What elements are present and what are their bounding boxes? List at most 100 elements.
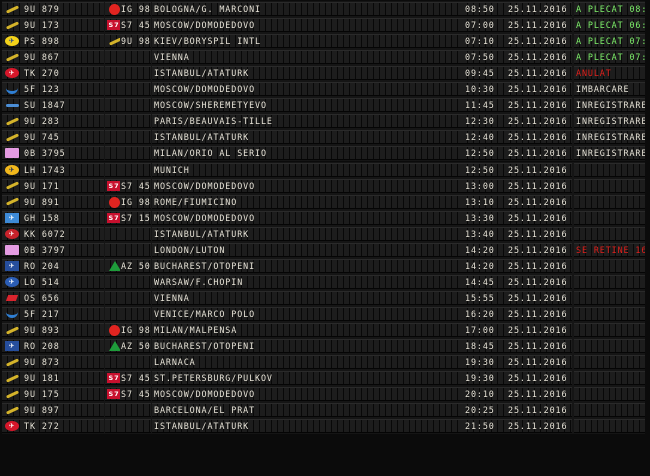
destination: ISTANBUL/ATATURK [152,130,462,145]
flight-number: 9U 173 [22,18,104,33]
air-moldova-logo-icon [5,389,19,399]
airline-logo-cell [2,323,22,337]
flight-status [574,290,645,305]
airline-logo-cell [2,403,22,418]
air-moldova-logo-icon [5,197,19,207]
codeshare-flight-number [120,290,151,305]
flight-status: A PLECAT 08:46 [574,2,645,16]
destination: MOSCOW/SHEREMETYEVO [152,98,462,113]
destination: KIEV/BORYSPIL INTL [152,34,462,49]
scheduled-time: 20:25 [462,403,506,418]
flight-number: 9U 867 [22,50,104,65]
scheduled-time: 13:00 [462,178,506,193]
flight-date: 25.11.2016 [505,323,572,337]
airline-logo-cell [2,355,22,370]
flight-date: 25.11.2016 [505,66,572,81]
codeshare-flight-number [120,242,151,257]
airline-logo-cell [2,146,22,161]
scheduled-time: 14:45 [462,274,506,289]
codeshare-flight-number [120,274,151,289]
flight-number: PS 898 [22,34,104,49]
s7-airlines-logo-icon: S7 [107,389,121,400]
flight-number: 9U 175 [22,387,104,402]
scheduled-time: 14:20 [462,242,506,257]
flight-status [574,306,645,321]
flight-date: 25.11.2016 [505,242,572,257]
flight-status [574,371,645,386]
airline-logo-cell [2,290,22,305]
flight-date: 25.11.2016 [505,339,572,354]
flight-number: OS 656 [22,290,104,305]
flight-number: 5F 123 [22,82,104,97]
destination: VIENNA [152,50,462,65]
destination: BUCHAREST/OTOPENI [152,258,462,273]
codeshare-flight-number: IG 9893 [120,323,151,337]
flight-status: INREGISTRARE [574,114,645,129]
flight-status: INREGISTRARE [574,98,645,113]
codeshare-flight-number [120,50,151,65]
meridiana-logo-icon [109,325,120,336]
s7-airlines-logo-icon: S7 [107,180,121,191]
ukraine-international-logo-icon: ✈ [5,36,19,47]
flight-status [574,226,645,241]
destination: LARNACA [152,355,462,370]
air-moldova-logo-icon [5,357,19,367]
codeshare-flight-number: S7 4536 [120,18,151,33]
flight-status [574,339,645,354]
flight-status [574,355,645,370]
scheduled-time: 19:30 [462,355,506,370]
airline-logo-cell: ✈ [2,66,22,81]
airline-logo-cell [2,387,22,402]
meridiana-logo-icon [109,4,120,15]
codeshare-flight-number: S7 4538 [120,387,151,402]
flight-row: ✈GH 158S7S7 158MOSCOW/DOMODEDOVO13:3025.… [2,209,645,226]
flight-date: 25.11.2016 [505,50,572,65]
destination: MOSCOW/DOMODEDOVO [152,178,462,193]
airline-logo-cell [2,194,22,209]
flight-date: 25.11.2016 [505,210,572,225]
scheduled-time: 12:40 [462,130,506,145]
scheduled-time: 18:45 [462,339,506,354]
air-moldova-logo-icon [5,181,19,191]
s7-airlines-logo-icon: S7 [107,373,121,384]
scheduled-time: 20:10 [462,387,506,402]
scheduled-time: 13:10 [462,194,506,209]
scheduled-time: 19:30 [462,371,506,386]
flight-row: ✈ LO 514 WARSAW/F.CHOPIN 14:45 25.11.2016 [2,273,645,290]
destination: MOSCOW/DOMODEDOVO [152,210,462,225]
air-moldova-logo-icon [5,325,19,335]
flight-status: A PLECAT 07:57 [574,50,645,65]
flight-number: 9U 171 [22,178,104,193]
flight-row: ✈ TK 272 ISTANBUL/ATATURK 21:50 25.11.2016 [2,418,645,435]
turkish-airlines-logo-icon: ✈ [5,421,19,432]
flight-number: 0B 3797 [22,242,104,257]
scheduled-time: 14:20 [462,258,506,273]
meridiana-logo-icon [109,196,120,208]
codeshare-flight-number [120,403,151,418]
flight-row: ✈PS 898 9U 9898KIEV/BORYSPIL INTL07:1025.… [2,33,645,50]
aeroflot-logo-icon [5,100,19,110]
airline-logo-cell: ✈ [2,419,22,434]
codeshare-flight-number: S7 4534 [120,178,151,193]
airline-logo-cell: ✈ [2,274,22,289]
flight-number: TK 270 [22,66,104,81]
airline-logo-cell: ✈ [2,210,22,225]
codeshare-flight-number: S7 158 [120,210,151,225]
flight-row: 9U 873 LARNACA 19:30 25.11.2016 [2,354,645,371]
destination: LONDON/LUTON [152,242,462,257]
flight-number: 9U 893 [22,323,104,337]
destination: ISTANBUL/ATATURK [152,419,462,434]
flight-number: 9U 283 [22,114,104,129]
flight-row: 9U 181S7S7 4531ST.PETERSBURG/PULKOV19:30… [2,370,645,387]
flight-number: 9U 873 [22,355,104,370]
flight-status: INREGISTRARE [574,146,645,161]
airline-logo-cell [2,2,22,16]
flight-status: A PLECAT 07:24 [574,34,645,49]
flight-date: 25.11.2016 [505,194,572,209]
airline-logo-cell [2,98,22,113]
flight-row: 9U 175S7S7 4538MOSCOW/DOMODEDOVO20:1025.… [2,386,645,403]
destination: PARIS/BEAUVAIS-TILLE [152,114,462,129]
codeshare-flight-number: 9U 9898 [120,34,151,49]
destination: ST.PETERSBURG/PULKOV [152,371,462,386]
flight-date: 25.11.2016 [505,371,572,386]
